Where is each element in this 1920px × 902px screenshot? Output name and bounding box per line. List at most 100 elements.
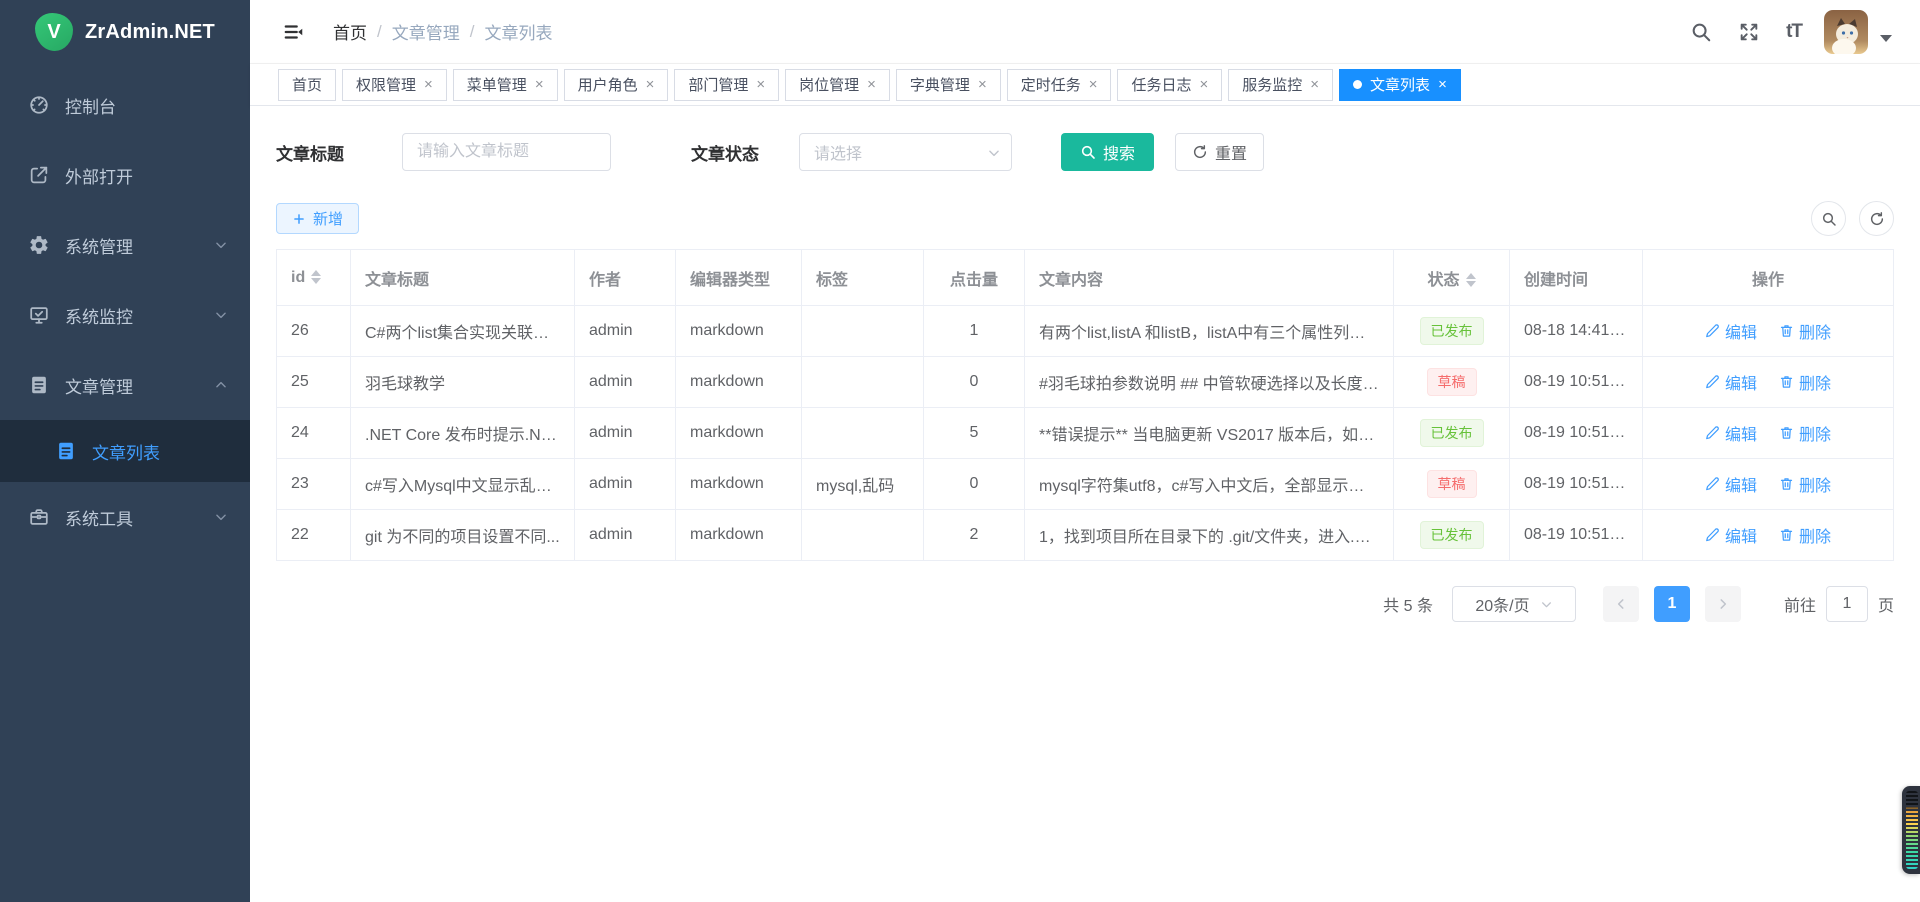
edit-link[interactable]: 编辑 [1705, 370, 1757, 394]
delete-link[interactable]: 删除 [1779, 370, 1831, 394]
tab-部门管理[interactable]: 部门管理× [674, 69, 779, 101]
tab-label: 文章列表 [1370, 74, 1430, 95]
column-header-id[interactable]: id [277, 250, 351, 306]
close-icon[interactable]: × [424, 77, 433, 92]
avatar[interactable] [1824, 10, 1868, 54]
close-icon[interactable]: × [978, 77, 987, 92]
close-icon[interactable]: × [756, 77, 765, 92]
prev-page-button[interactable] [1603, 586, 1639, 622]
column-label: id [291, 269, 305, 286]
article-table: id文章标题作者编辑器类型标签点击量文章内容状态创建时间操作26C#两个list… [276, 249, 1894, 561]
sidebar-item-label: 文章管理 [65, 373, 214, 398]
close-icon[interactable]: × [646, 77, 655, 92]
font-size-icon[interactable]: tT [1786, 21, 1802, 43]
cell-created: 08-19 10:51:22 [1510, 510, 1643, 561]
tab-首页[interactable]: 首页 [278, 69, 336, 101]
page-number-button[interactable]: 1 [1654, 586, 1690, 622]
column-header-author: 作者 [575, 250, 676, 306]
sidebar-item-article-list[interactable]: 文章列表 [0, 420, 250, 482]
refresh-button[interactable] [1859, 201, 1894, 236]
delete-link[interactable]: 删除 [1779, 523, 1831, 547]
column-label: 文章内容 [1039, 272, 1103, 289]
delete-link-label: 删除 [1799, 421, 1831, 445]
search-button[interactable]: 搜索 [1061, 133, 1154, 171]
title-filter-label: 文章标题 [276, 140, 344, 165]
tab-用户角色[interactable]: 用户角色× [564, 69, 669, 101]
delete-link[interactable]: 删除 [1779, 472, 1831, 496]
main-column: 首页/文章管理/文章列表 tT [250, 0, 1920, 902]
caret-down-icon[interactable] [1880, 35, 1892, 42]
edit-link[interactable]: 编辑 [1705, 319, 1757, 343]
sidebar-item-monitor[interactable]: 系统监控 [0, 280, 250, 350]
breadcrumb-item[interactable]: 首页 [333, 19, 367, 44]
sort-carets-icon[interactable] [311, 270, 321, 284]
tab-定时任务[interactable]: 定时任务× [1007, 69, 1112, 101]
table-row: 26C#两个list集合实现关联，...adminmarkdown1有两个lis… [277, 306, 1894, 357]
search-icon[interactable] [1690, 21, 1712, 43]
column-header-created: 创建时间 [1510, 250, 1643, 306]
sidebar-item-label: 外部打开 [65, 163, 228, 188]
tab-权限管理[interactable]: 权限管理× [342, 69, 447, 101]
edit-link-label: 编辑 [1725, 319, 1757, 343]
delete-link[interactable]: 删除 [1779, 319, 1831, 343]
title-filter-input[interactable] [402, 133, 611, 171]
cell-tags [802, 510, 924, 561]
close-icon[interactable]: × [1438, 77, 1447, 92]
tab-任务日志[interactable]: 任务日志× [1117, 69, 1222, 101]
delete-link-label: 删除 [1799, 472, 1831, 496]
delete-link[interactable]: 删除 [1779, 421, 1831, 445]
fullscreen-icon[interactable] [1738, 21, 1760, 43]
toggle-search-button[interactable] [1811, 201, 1846, 236]
cell-status: 已发布 [1394, 510, 1510, 561]
edit-link-label: 编辑 [1725, 523, 1757, 547]
cell-author: admin [575, 306, 676, 357]
table-row: 23c#写入Mysql中文显示乱码 ...adminmarkdownmysql,… [277, 459, 1894, 510]
close-icon[interactable]: × [1089, 77, 1098, 92]
edit-link[interactable]: 编辑 [1705, 472, 1757, 496]
goto-page-input[interactable] [1826, 586, 1868, 622]
close-icon[interactable]: × [1200, 77, 1209, 92]
sidebar-item-external[interactable]: 外部打开 [0, 140, 250, 210]
edit-link[interactable]: 编辑 [1705, 523, 1757, 547]
sidebar-item-tools[interactable]: 系统工具 [0, 482, 250, 552]
cell-editor: markdown [676, 408, 802, 459]
add-button-label: 新增 [313, 208, 343, 229]
tab-菜单管理[interactable]: 菜单管理× [453, 69, 558, 101]
page-size-select[interactable]: 20条/页 [1452, 586, 1576, 622]
close-icon[interactable]: × [535, 77, 544, 92]
logo[interactable]: V ZrAdmin.NET [0, 0, 250, 64]
next-page-button[interactable] [1705, 586, 1741, 622]
cell-author: admin [575, 357, 676, 408]
cell-title: c#写入Mysql中文显示乱码 ... [351, 459, 575, 510]
column-header-status[interactable]: 状态 [1394, 250, 1510, 306]
column-label: 作者 [589, 272, 621, 289]
add-button[interactable]: 新增 [276, 203, 359, 234]
sidebar-item-console[interactable]: 控制台 [0, 70, 250, 140]
cell-title: 羽毛球教学 [351, 357, 575, 408]
search-button-label: 搜索 [1103, 140, 1135, 164]
close-icon[interactable]: × [867, 77, 876, 92]
close-icon[interactable]: × [1310, 77, 1319, 92]
tab-字典管理[interactable]: 字典管理× [896, 69, 1001, 101]
tab-文章列表[interactable]: 文章列表 × [1339, 69, 1461, 101]
tab-label: 岗位管理 [799, 74, 859, 95]
tab-岗位管理[interactable]: 岗位管理 × [785, 69, 890, 101]
active-dot-icon [1353, 80, 1362, 89]
cell-clicks: 5 [924, 408, 1025, 459]
column-label: 状态 [1427, 272, 1459, 289]
sidebar-item-article[interactable]: 文章管理 [0, 350, 250, 420]
logo-icon: V [35, 13, 73, 51]
cell-title: .NET Core 发布时提示.NET... [351, 408, 575, 459]
cell-created: 08-18 14:41:36 [1510, 306, 1643, 357]
column-label: 点击量 [950, 272, 998, 289]
floating-widget[interactable] [1902, 786, 1920, 874]
cell-clicks: 2 [924, 510, 1025, 561]
column-header-content: 文章内容 [1025, 250, 1394, 306]
reset-button[interactable]: 重置 [1175, 133, 1264, 171]
edit-link[interactable]: 编辑 [1705, 421, 1757, 445]
status-filter-select[interactable]: 请选择 [799, 133, 1012, 171]
sidebar-item-system[interactable]: 系统管理 [0, 210, 250, 280]
sidebar-fold-icon[interactable] [283, 21, 305, 43]
sort-carets-icon[interactable] [1466, 273, 1476, 287]
tab-服务监控[interactable]: 服务监控× [1228, 69, 1333, 101]
